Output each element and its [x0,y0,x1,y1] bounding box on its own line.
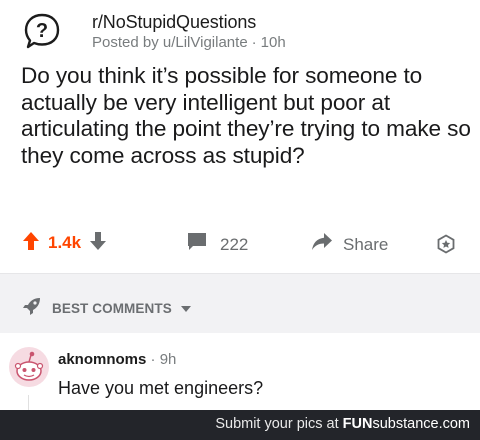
comment-header: aknomnoms · 9h [58,351,176,368]
post-meta: Posted by u/LilVigilante · 10h [92,34,286,51]
sort-selector[interactable]: BEST COMMENTS [22,296,192,321]
caret-down-icon [180,300,192,318]
comment-age: 9h [159,351,177,368]
vote-group: 1.4k [22,231,107,256]
subreddit-name[interactable]: r/NoStupidQuestions [92,12,256,33]
action-bar: 1.4k 222 Share [0,222,480,262]
comment-author[interactable]: aknomnoms [58,351,146,368]
comments-count: 222 [220,234,249,254]
comments-button[interactable]: 222 [186,232,248,257]
comment-body: Have you met engineers? [58,378,264,398]
footer-brand-rest: substance.com [372,416,470,432]
watermark-footer: Submit your pics at FUNsubstance.com [0,410,480,440]
post-header: ? r/NoStupidQuestions Posted by u/LilVig… [18,8,468,58]
thread-line[interactable] [28,395,29,411]
sort-label: BEST COMMENTS [52,301,172,316]
post-title[interactable]: Do you think it’s possible for someone t… [21,63,471,169]
upvote-arrow-icon[interactable] [22,231,40,256]
svg-text:?: ? [36,20,48,42]
footer-text: Submit your pics at FUNsubstance.com [215,416,470,432]
comment-bubble-icon [186,232,208,257]
downvote-arrow-icon[interactable] [89,231,107,256]
share-button[interactable]: Share [311,232,388,257]
footer-prefix: Submit your pics at [215,416,343,432]
comments-section-header: BEST COMMENTS [0,273,480,334]
question-mark-icon[interactable]: ? [23,12,61,50]
award-icon[interactable] [436,234,456,259]
share-arrow-icon [311,232,333,257]
footer-brand-fun: FUN [342,416,373,432]
vote-count: 1.4k [48,233,82,252]
comment-separator: · [146,351,160,368]
snoo-avatar-icon[interactable] [8,346,50,388]
rocket-icon [22,296,42,321]
share-label: Share [343,234,389,254]
post-age: 10h [260,34,286,51]
comment: aknomnoms · 9h Have you met engineers? [0,333,480,411]
posted-by[interactable]: Posted by u/LilVigilante [92,34,248,51]
meta-separator: · [251,34,257,51]
